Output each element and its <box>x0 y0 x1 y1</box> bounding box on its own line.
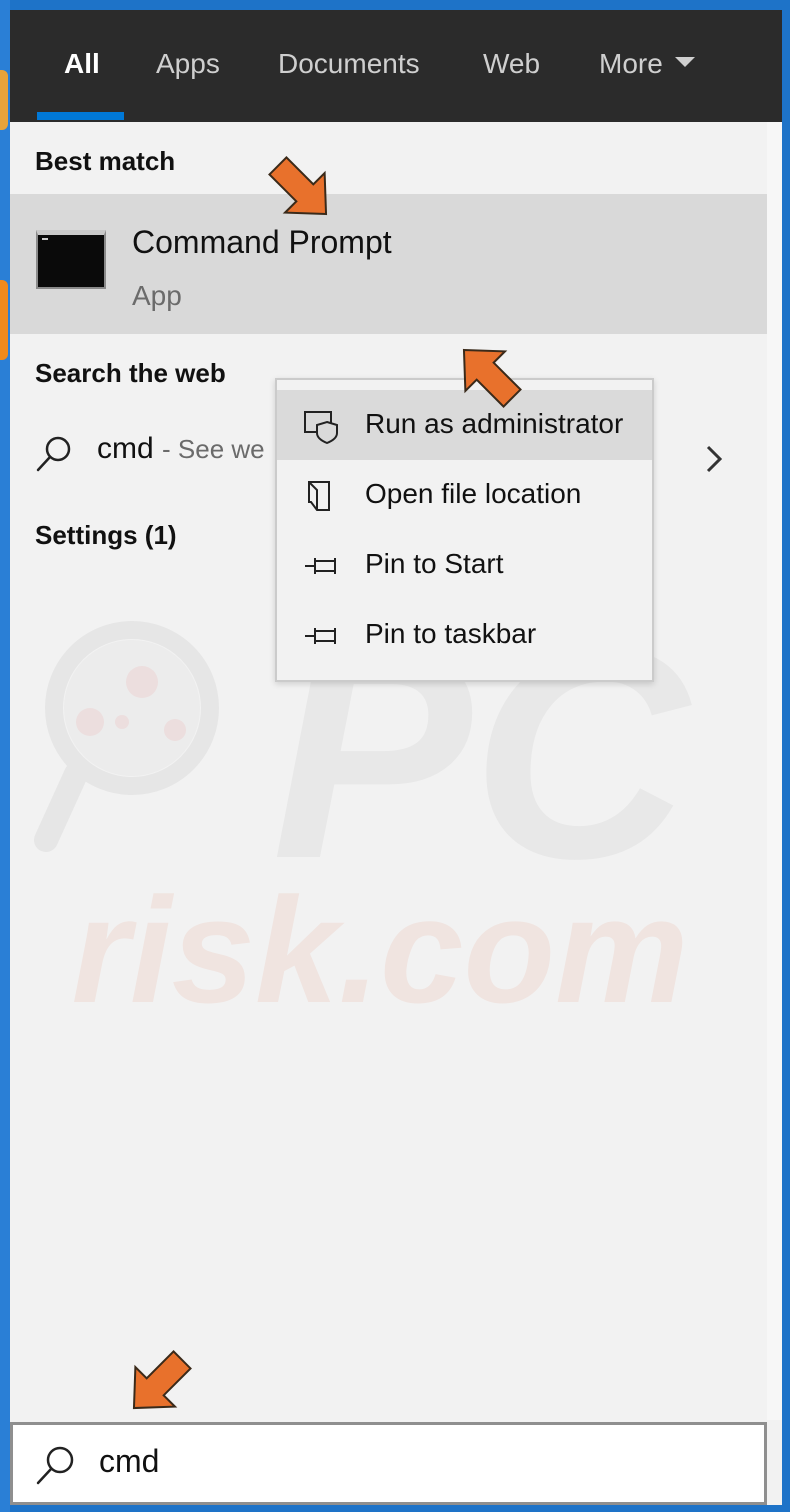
command-prompt-icon <box>36 230 106 289</box>
watermark-logo: PC risk.com <box>34 612 692 1034</box>
filter-tab-bar: All Apps Documents Web More <box>10 10 782 122</box>
results-list: PC risk.com Best match Command Prompt Ap… <box>10 122 767 1422</box>
menu-item-pin-to-taskbar[interactable]: Pin to taskbar <box>277 600 652 670</box>
web-query: cmd <box>97 432 154 465</box>
search-box[interactable]: cmd <box>10 1422 767 1505</box>
search-input[interactable]: cmd <box>99 1443 159 1480</box>
tab-all[interactable]: All <box>64 48 100 80</box>
tab-apps[interactable]: Apps <box>156 48 220 80</box>
web-query-suffix: - See we <box>162 434 265 464</box>
best-match-result[interactable]: Command Prompt App <box>10 194 767 334</box>
menu-item-open-file-location[interactable]: Open file location <box>277 460 652 530</box>
tab-more-label: More <box>599 48 663 79</box>
annotation-arrow-icon <box>132 1350 192 1410</box>
menu-item-label: Pin to Start <box>365 548 504 579</box>
start-search-panel: All Apps Documents Web More PC risk.com … <box>10 10 782 1505</box>
folder-icon <box>308 481 330 511</box>
search-web-heading: Search the web <box>35 358 226 388</box>
web-query-text: cmd - See we <box>97 432 265 466</box>
result-subtitle: App <box>132 280 182 311</box>
context-menu: Run as administrator Open file location … <box>275 378 654 682</box>
chevron-down-icon <box>674 56 695 67</box>
settings-heading[interactable]: Settings (1) <box>35 520 177 551</box>
tab-more[interactable]: More <box>599 48 695 80</box>
shield-icon <box>304 411 338 444</box>
scrollbar[interactable] <box>767 122 782 1420</box>
menu-item-label: Pin to taskbar <box>365 618 537 649</box>
desktop-background <box>0 0 10 1512</box>
desktop-app-icon[interactable] <box>0 280 8 360</box>
tab-documents[interactable]: Documents <box>278 48 420 80</box>
menu-item-label: Open file location <box>365 478 582 509</box>
chevron-right-icon[interactable] <box>704 444 724 474</box>
menu-item-pin-to-start[interactable]: Pin to Start <box>277 530 652 600</box>
pin-icon <box>305 628 336 644</box>
desktop-app-icon[interactable] <box>0 70 8 130</box>
annotation-arrow-icon <box>268 156 328 216</box>
pin-icon <box>305 558 336 574</box>
best-match-heading: Best match <box>35 146 176 176</box>
search-icon <box>36 436 71 472</box>
search-icon <box>36 1446 74 1485</box>
tab-web[interactable]: Web <box>483 48 540 80</box>
active-tab-indicator <box>37 112 124 120</box>
watermark-text-bottom: risk.com <box>72 866 689 1034</box>
annotation-arrow-icon <box>462 348 522 408</box>
